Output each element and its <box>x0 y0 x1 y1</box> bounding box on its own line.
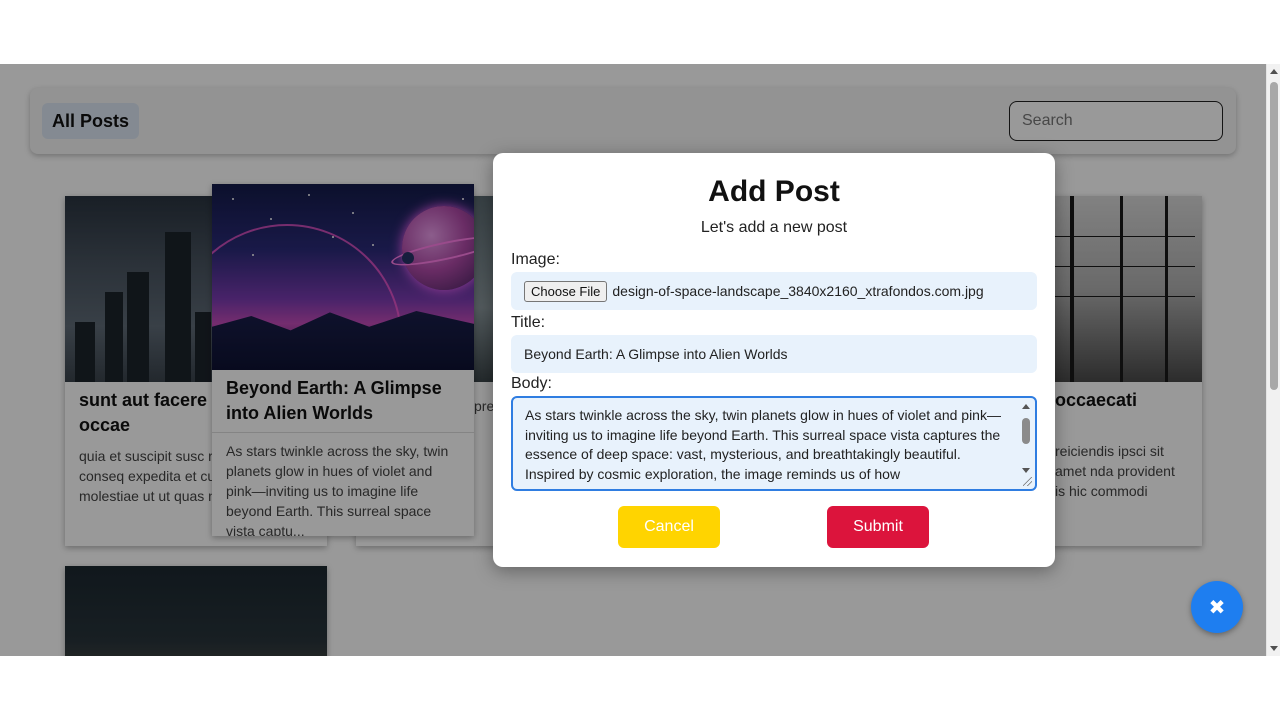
scroll-thumb[interactable] <box>1270 82 1278 390</box>
title-label: Title: <box>511 314 546 331</box>
resize-handle[interactable] <box>1023 477 1032 486</box>
image-file-field: Choose File design-of-space-landscape_38… <box>511 272 1037 310</box>
title-input[interactable] <box>511 335 1037 373</box>
modal-title: Add Post <box>708 175 840 208</box>
selected-file-name: design-of-space-landscape_3840x2160_xtra… <box>612 283 984 299</box>
scroll-up-icon[interactable] <box>1270 69 1278 74</box>
textarea-scrollbar[interactable] <box>1021 402 1031 480</box>
scroll-down-icon[interactable] <box>1270 646 1278 651</box>
body-text: As stars twinkle across the sky, twin pl… <box>525 407 1001 482</box>
choose-file-button[interactable]: Choose File <box>524 280 608 302</box>
add-post-modal: Add Post Let's add a new post Image: Cho… <box>493 153 1055 567</box>
image-label: Image: <box>511 251 560 268</box>
cancel-button[interactable]: Cancel <box>618 506 720 548</box>
submit-button[interactable]: Submit <box>827 506 929 548</box>
body-textarea[interactable]: As stars twinkle across the sky, twin pl… <box>511 396 1037 491</box>
close-icon[interactable]: ✖ <box>1191 581 1243 633</box>
page-scrollbar[interactable] <box>1266 64 1280 656</box>
body-label: Body: <box>511 375 552 392</box>
page-viewport: All Posts sunt aut facere provident occa… <box>0 64 1266 656</box>
modal-subtitle: Let's add a new post <box>700 219 848 236</box>
